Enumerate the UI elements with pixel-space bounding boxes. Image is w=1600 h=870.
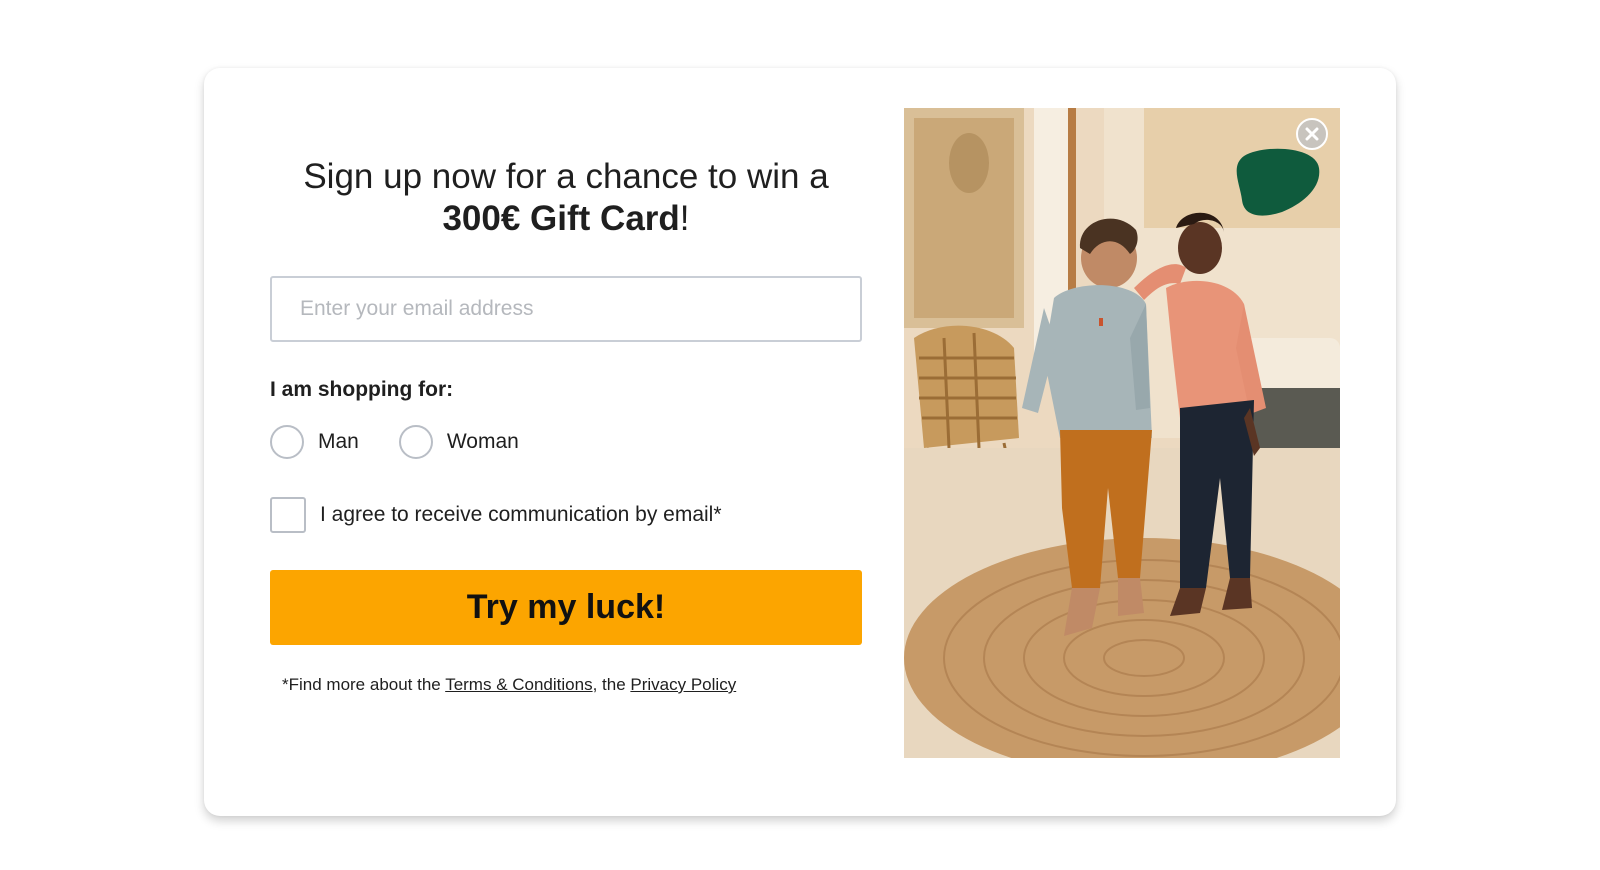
couple-photo-illustration <box>904 108 1340 758</box>
legal-notice: *Find more about the Terms & Conditions,… <box>282 670 752 699</box>
privacy-policy-link[interactable]: Privacy Policy <box>630 675 736 694</box>
shopping-for-label: I am shopping for: <box>270 378 454 401</box>
legal-middle: , the <box>592 675 631 694</box>
headline-line1: Sign up now for a chance to win a <box>303 157 829 196</box>
email-consent-label[interactable]: I agree to receive communication by emai… <box>320 503 722 527</box>
radio-button-man[interactable] <box>270 425 304 459</box>
shopping-for-radio-group: Man Woman <box>270 425 559 459</box>
headline-suffix: ! <box>679 199 690 238</box>
radio-label-woman[interactable]: Woman <box>447 430 519 454</box>
close-icon <box>1305 127 1319 141</box>
email-consent-checkbox[interactable] <box>270 497 306 533</box>
signup-form: Sign up now for a chance to win a 300€ G… <box>270 68 862 816</box>
radio-option-man[interactable]: Man <box>270 425 359 459</box>
try-my-luck-button[interactable]: Try my luck! <box>270 570 862 645</box>
legal-prefix: *Find more about the <box>282 675 446 694</box>
popup-headline: Sign up now for a chance to win a 300€ G… <box>270 156 862 240</box>
close-button[interactable] <box>1296 118 1328 150</box>
email-consent[interactable]: I agree to receive communication by emai… <box>270 497 722 533</box>
radio-option-woman[interactable]: Woman <box>398 425 519 459</box>
headline-prize: 300€ Gift Card <box>442 199 680 238</box>
email-input[interactable] <box>270 276 862 342</box>
couple-photo <box>904 108 1340 758</box>
radio-label-man[interactable]: Man <box>318 430 359 454</box>
signup-popup: Sign up now for a chance to win a 300€ G… <box>204 68 1396 816</box>
radio-button-woman[interactable] <box>398 425 433 459</box>
terms-conditions-link[interactable]: Terms & Conditions <box>445 675 592 694</box>
